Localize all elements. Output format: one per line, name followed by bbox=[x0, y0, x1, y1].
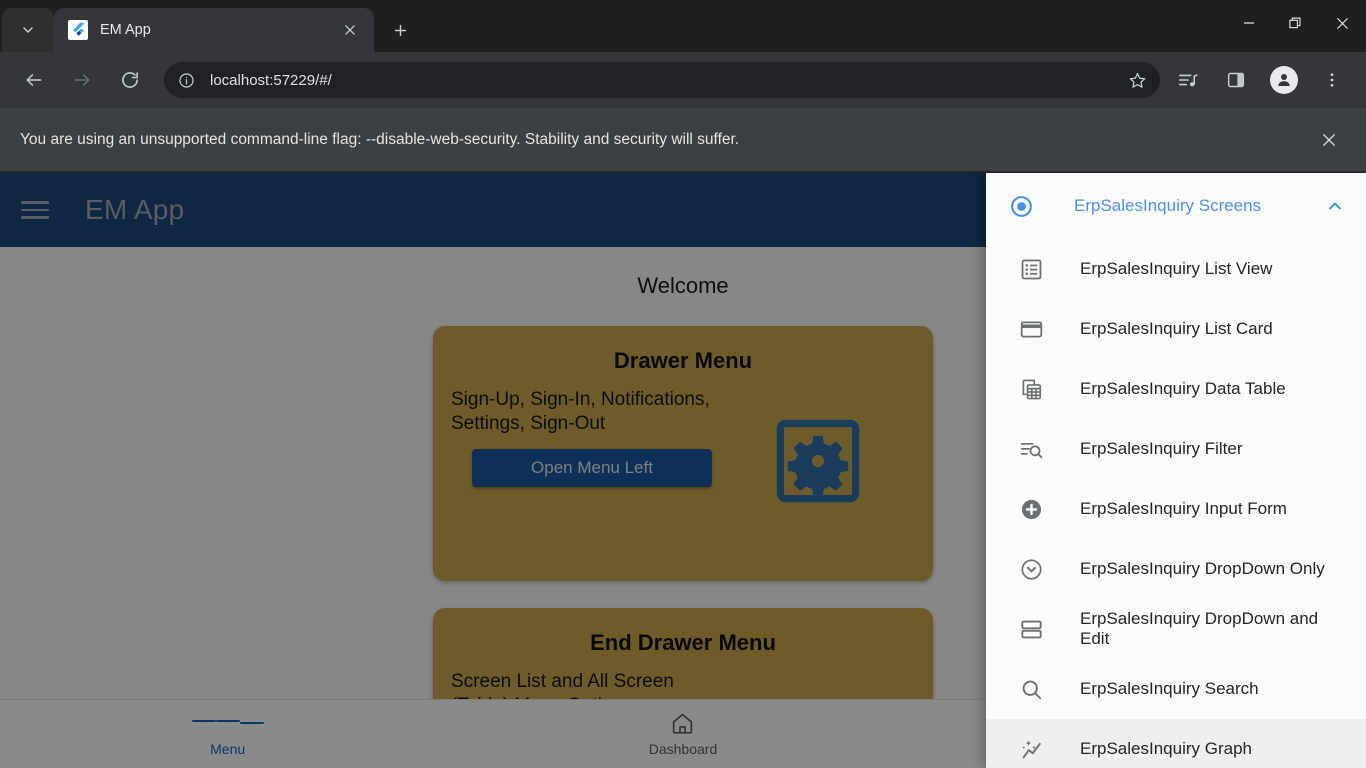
plus-circle-icon bbox=[1016, 497, 1046, 522]
drawer-item-label: ErpSalesInquiry Filter bbox=[1080, 438, 1243, 458]
drawer-item-list-card[interactable]: ErpSalesInquiry List Card bbox=[986, 299, 1366, 359]
drawer-item-label: ErpSalesInquiry List View bbox=[1080, 258, 1273, 278]
card-icon bbox=[1016, 317, 1046, 342]
search-icon bbox=[1016, 677, 1046, 702]
infobar-message: You are using an unsupported command-lin… bbox=[20, 130, 740, 148]
flutter-logo-icon bbox=[68, 20, 88, 40]
back-arrow-icon[interactable] bbox=[16, 62, 52, 98]
infobar-close-button[interactable] bbox=[1312, 123, 1346, 157]
side-panel-icon[interactable] bbox=[1218, 62, 1254, 98]
url-text: localhost:57229/#/ bbox=[210, 71, 332, 89]
media-playlist-icon[interactable] bbox=[1170, 62, 1206, 98]
drawer-item-label: ErpSalesInquiry Search bbox=[1080, 678, 1259, 698]
drawer-section-header[interactable]: ErpSalesInquiry Screens bbox=[986, 173, 1366, 239]
window-minimize-button[interactable] bbox=[1225, 0, 1272, 46]
drawer-scrim-overlay[interactable] bbox=[0, 173, 986, 768]
tab-close-button[interactable] bbox=[336, 16, 364, 44]
drawer-item-list-view[interactable]: ErpSalesInquiry List View bbox=[986, 239, 1366, 299]
web-page-viewport: EM App Welcome Drawer Menu Sign-Up, Sign… bbox=[0, 173, 1366, 768]
radio-button-checked-icon bbox=[1006, 194, 1036, 219]
info-circle-icon[interactable] bbox=[172, 66, 200, 94]
forward-arrow-icon[interactable] bbox=[64, 62, 100, 98]
three-dot-menu-icon[interactable] bbox=[1314, 62, 1350, 98]
dropdown-circle-icon bbox=[1016, 557, 1046, 582]
drawer-item-dropdown-and-edit[interactable]: ErpSalesInquiry DropDown and Edit bbox=[986, 599, 1366, 659]
drawer-item-filter[interactable]: ErpSalesInquiry Filter bbox=[986, 419, 1366, 479]
window-close-button[interactable] bbox=[1319, 0, 1366, 46]
filter-search-icon bbox=[1016, 437, 1046, 462]
chevron-up-icon[interactable] bbox=[1322, 196, 1348, 216]
data-table-icon bbox=[1016, 377, 1046, 402]
drawer-item-data-table[interactable]: ErpSalesInquiry Data Table bbox=[986, 359, 1366, 419]
reload-icon[interactable] bbox=[112, 62, 148, 98]
drawer-item-search[interactable]: ErpSalesInquiry Search bbox=[986, 659, 1366, 719]
command-line-flag-infobar: You are using an unsupported command-lin… bbox=[0, 108, 1366, 172]
drawer-item-label: ErpSalesInquiry Input Form bbox=[1080, 498, 1287, 518]
tab-strip: EM App bbox=[0, 0, 1366, 52]
window-restore-button[interactable] bbox=[1272, 0, 1319, 46]
browser-window: EM App localhost:57229/#/ You are using … bbox=[0, 0, 1366, 768]
drawer-item-label: ErpSalesInquiry List Card bbox=[1080, 318, 1273, 338]
browser-toolbar: localhost:57229/#/ bbox=[0, 52, 1366, 108]
drawer-item-dropdown-only[interactable]: ErpSalesInquiry DropDown Only bbox=[986, 539, 1366, 599]
tab-title: EM App bbox=[100, 22, 151, 38]
auto-graph-icon bbox=[1016, 737, 1046, 762]
account-avatar-icon[interactable] bbox=[1270, 66, 1298, 94]
browser-tab[interactable]: EM App bbox=[54, 8, 374, 52]
drawer-item-label: ErpSalesInquiry Graph bbox=[1080, 738, 1252, 758]
end-drawer-panel: ErpSalesInquiry Screens ErpSalesInquiry … bbox=[986, 173, 1366, 768]
drawer-item-input-form[interactable]: ErpSalesInquiry Input Form bbox=[986, 479, 1366, 539]
tab-search-button[interactable] bbox=[2, 8, 54, 52]
drawer-section-title: ErpSalesInquiry Screens bbox=[1074, 196, 1262, 215]
new-tab-button[interactable] bbox=[386, 16, 414, 44]
drawer-item-label: ErpSalesInquiry DropDown and Edit bbox=[1080, 608, 1319, 648]
star-icon[interactable] bbox=[1122, 65, 1152, 95]
drawer-item-label: ErpSalesInquiry Data Table bbox=[1080, 378, 1286, 398]
drawer-item-label: ErpSalesInquiry DropDown Only bbox=[1080, 558, 1325, 578]
window-controls bbox=[1225, 0, 1366, 46]
address-bar[interactable]: localhost:57229/#/ bbox=[164, 62, 1160, 98]
stacked-rows-icon bbox=[1016, 617, 1046, 642]
chevron-down-icon bbox=[20, 22, 36, 38]
list-view-icon bbox=[1016, 257, 1046, 282]
drawer-item-graph[interactable]: ErpSalesInquiry Graph bbox=[986, 719, 1366, 768]
